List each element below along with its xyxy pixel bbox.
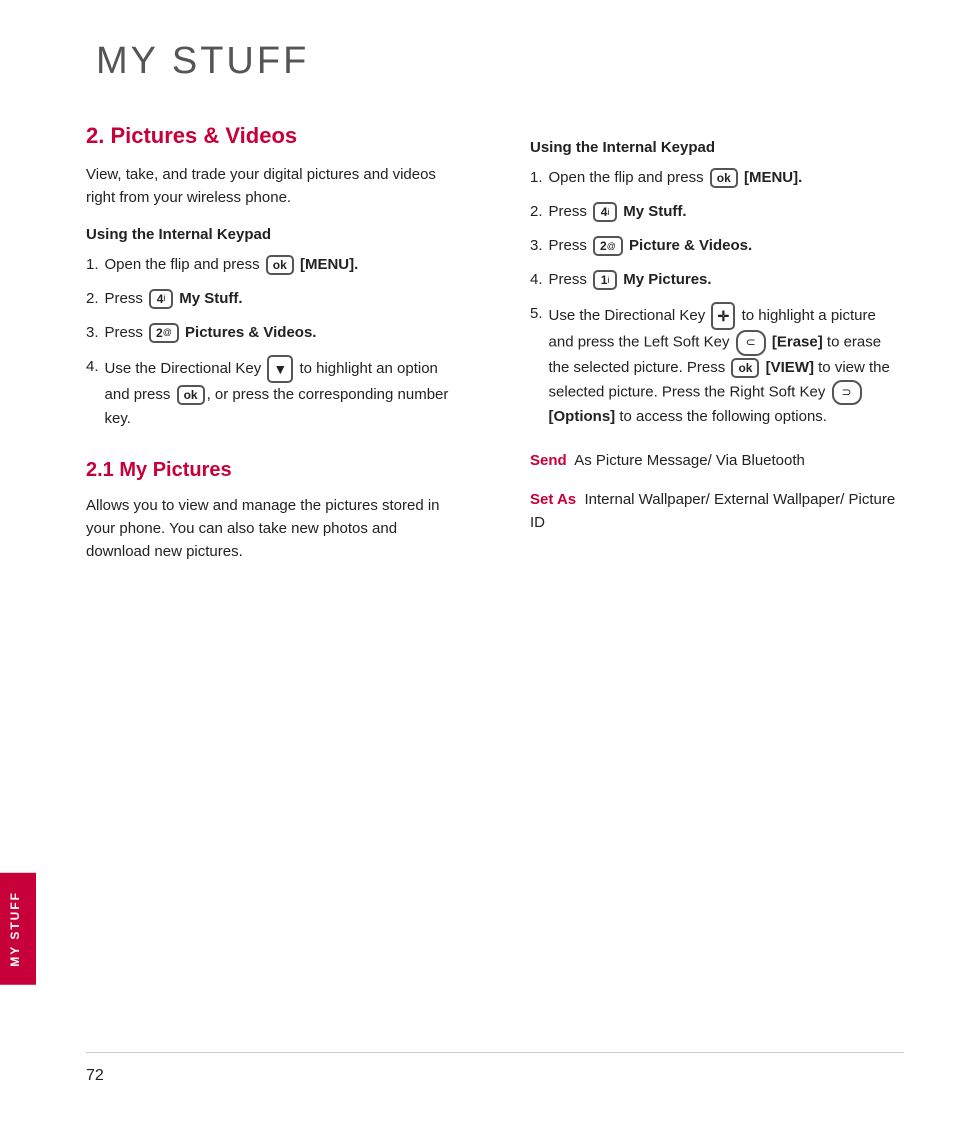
step-1: 1. Open the flip and press ok [MENU]. [86, 253, 460, 277]
right-soft-key: ⊃ [832, 380, 862, 405]
bottom-divider [86, 1052, 904, 1053]
steps-list-2: 1. Open the flip and press ok [MENU]. 2.… [530, 166, 904, 429]
dir-key-down-1: ▼ [267, 355, 293, 383]
ok-key-2: ok [177, 385, 205, 405]
option-send: Send As Picture Message/ Via Bluetooth [530, 449, 904, 472]
sub-section-text: Allows you to view and manage the pictur… [86, 494, 460, 564]
r-step-3: 3. Press 2@ Picture & Videos. [530, 234, 904, 258]
dir-key-cross: ✛ [711, 302, 735, 330]
step-2: 2. Press 4i My Stuff. [86, 287, 460, 311]
sub-section-heading: 2.1 My Pictures [86, 459, 460, 482]
left-soft-key: ⊂ [736, 330, 766, 355]
keypad-heading-1: Using the Internal Keypad [86, 226, 460, 243]
r-key-1i: 1i [593, 270, 617, 290]
key-4i-1: 4i [149, 289, 173, 309]
ok-key-1: ok [266, 255, 294, 275]
r-step-1: 1. Open the flip and press ok [MENU]. [530, 166, 904, 190]
right-column: Using the Internal Keypad 1. Open the fl… [520, 123, 904, 1052]
r-step-5: 5. Use the Directional Key ✛ to highligh… [530, 302, 904, 429]
opt-label-send: Send [530, 452, 567, 469]
main-content: MY STUFF 2. Pictures & Videos View, take… [36, 0, 954, 1145]
step-4: 4. Use the Directional Key ▼ to highligh… [86, 355, 460, 431]
option-setas: Set As Internal Wallpaper/ External Wall… [530, 488, 904, 535]
left-column: 2. Pictures & Videos View, take, and tra… [86, 123, 480, 1052]
step-3: 3. Press 2@ Pictures & Videos. [86, 321, 460, 345]
key-2at-1: 2@ [149, 323, 179, 343]
page-container: MY STUFF MY STUFF 2. Pictures & Videos V… [0, 0, 954, 1145]
keypad-heading-2: Using the Internal Keypad [530, 139, 904, 156]
r-key-2at: 2@ [593, 236, 623, 256]
r-step-4: 4. Press 1i My Pictures. [530, 268, 904, 292]
steps-list-1: 1. Open the flip and press ok [MENU]. 2.… [86, 253, 460, 431]
section-heading: 2. Pictures & Videos [86, 123, 460, 149]
r-step-2: 2. Press 4i My Stuff. [530, 200, 904, 224]
r-ok-key-1: ok [710, 168, 738, 188]
intro-text: View, take, and trade your digital pictu… [86, 163, 460, 210]
opt-label-setas: Set As [530, 491, 576, 508]
page-title: MY STUFF [96, 40, 904, 83]
columns: 2. Pictures & Videos View, take, and tra… [86, 123, 904, 1052]
r-key-4i: 4i [593, 202, 617, 222]
r-ok-key-view: ok [731, 358, 759, 378]
side-tab-label: MY STUFF [0, 873, 36, 985]
side-tab: MY STUFF [0, 0, 36, 1145]
page-number: 72 [86, 1067, 904, 1085]
